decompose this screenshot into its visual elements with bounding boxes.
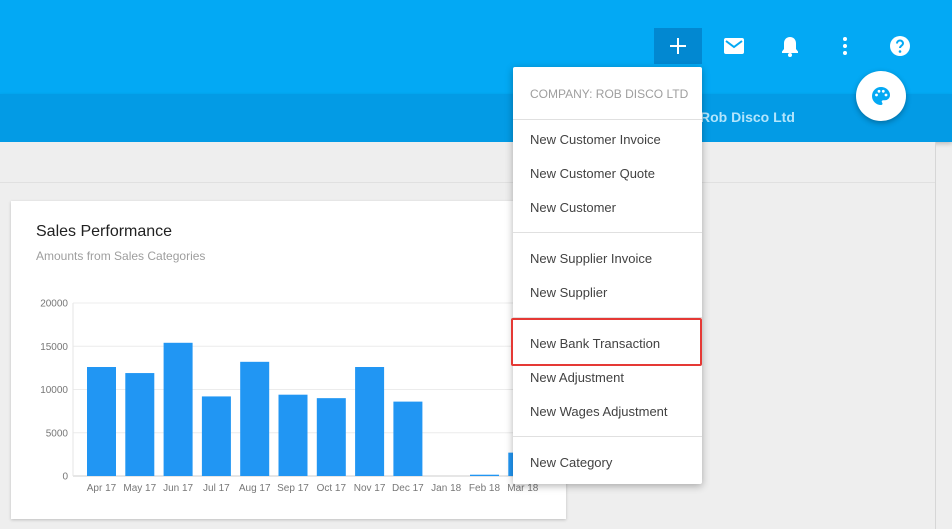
bell-icon	[782, 37, 798, 57]
y-tick-label: 0	[62, 472, 68, 483]
bar-jul-17[interactable]	[201, 396, 231, 476]
menu-divider	[513, 317, 702, 318]
menu-item-new-customer-invoice[interactable]: New Customer Invoice	[513, 123, 702, 155]
bar-sep-17[interactable]	[278, 394, 308, 476]
company-bar	[0, 94, 952, 142]
mail-button[interactable]	[710, 28, 758, 64]
x-tick-label: Feb 18	[469, 483, 501, 494]
add-button[interactable]	[654, 28, 702, 64]
y-tick-label: 20000	[40, 299, 68, 310]
menu-item-new-adjustment[interactable]: New Adjustment	[513, 361, 702, 393]
company-name: Rob Disco Ltd	[700, 109, 795, 125]
palette-icon	[872, 87, 890, 105]
menu-item-new-bank-transaction[interactable]: New Bank Transaction	[513, 327, 702, 359]
plus-icon	[670, 38, 686, 54]
card-title: Sales Performance	[36, 223, 173, 240]
y-tick-label: 10000	[40, 385, 68, 396]
menu-item-new-supplier[interactable]: New Supplier	[513, 276, 702, 308]
menu-divider	[513, 232, 702, 233]
bar-nov-17[interactable]	[355, 367, 385, 476]
x-tick-label: Sep 17	[277, 483, 309, 494]
bar-oct-17[interactable]	[316, 398, 346, 476]
x-tick-label: Oct 17	[317, 483, 347, 494]
bar-feb-18[interactable]	[470, 474, 499, 476]
x-tick-label: Nov 17	[354, 483, 386, 494]
more-vert-icon	[843, 37, 847, 55]
x-tick-label: Dec 17	[392, 483, 424, 494]
x-tick-label: Jun 17	[163, 483, 193, 494]
x-tick-label: Jul 17	[203, 483, 230, 494]
x-tick-label: May 17	[123, 483, 156, 494]
help-icon	[890, 36, 910, 56]
bar-may-17[interactable]	[125, 373, 155, 476]
x-tick-label: Jan 18	[431, 483, 461, 494]
menu-company-header: COMPANY: ROB DISCO LTD	[530, 87, 689, 101]
y-tick-label: 15000	[40, 342, 68, 353]
menu-item-new-customer-quote[interactable]: New Customer Quote	[513, 157, 702, 189]
y-tick-label: 5000	[46, 428, 69, 439]
menu-divider	[513, 119, 702, 120]
menu-item-new-supplier-invoice[interactable]: New Supplier Invoice	[513, 242, 702, 274]
notifications-button[interactable]	[766, 28, 814, 64]
theme-fab[interactable]	[856, 71, 906, 121]
menu-item-new-category[interactable]: New Category	[513, 446, 702, 478]
card-subtitle: Amounts from Sales Categories	[36, 249, 206, 263]
create-menu: COMPANY: ROB DISCO LTD New Customer Invo…	[513, 67, 702, 484]
bar-apr-17[interactable]	[87, 367, 116, 476]
content-divider	[935, 142, 936, 529]
bar-dec-17[interactable]	[393, 401, 423, 476]
x-tick-label: Aug 17	[239, 483, 271, 494]
menu-item-new-customer[interactable]: New Customer	[513, 191, 702, 223]
x-tick-label: Apr 17	[87, 483, 117, 494]
more-button[interactable]	[821, 28, 869, 64]
bar-jun-17[interactable]	[163, 342, 193, 476]
sales-performance-card: 20000 15000 10000 5000 0 Apr 17 May 17 Jun 17 Ju…	[11, 201, 566, 519]
x-tick-label: Mar 18	[507, 483, 539, 494]
bar-aug-17[interactable]	[240, 361, 270, 476]
content-toolbar-strip	[0, 142, 935, 183]
menu-item-new-wages-adjustment[interactable]: New Wages Adjustment	[513, 395, 702, 427]
menu-divider	[513, 436, 702, 437]
help-button[interactable]	[876, 28, 924, 64]
mail-icon	[724, 38, 744, 54]
